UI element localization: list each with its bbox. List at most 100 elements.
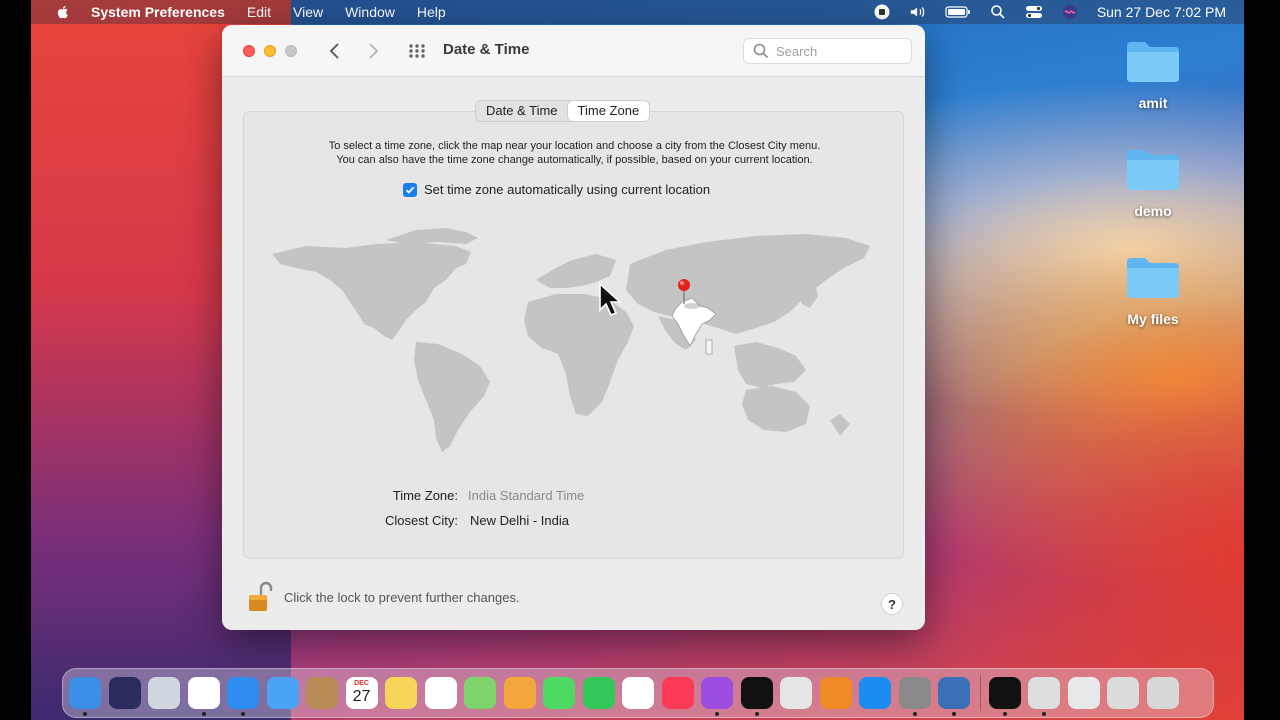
running-indicator: [952, 712, 956, 716]
auto-time-zone-row[interactable]: Set time zone automatically using curren…: [403, 182, 710, 197]
calendar-icon[interactable]: DEC 27: [345, 677, 378, 709]
migration-icon[interactable]: [938, 677, 970, 716]
back-arrow-icon[interactable]: [328, 42, 342, 60]
lock-text: Click the lock to prevent further change…: [284, 589, 520, 605]
minimize-button[interactable]: [264, 45, 276, 57]
menu-edit[interactable]: Edit: [247, 4, 271, 20]
help-button[interactable]: ?: [881, 593, 903, 615]
closest-city-value[interactable]: New Delhi - India: [470, 513, 569, 528]
app-store-icon[interactable]: [859, 677, 891, 709]
zoom-button[interactable]: [285, 45, 297, 57]
running-indicator: [754, 712, 759, 716]
printer-icon[interactable]: [1028, 677, 1060, 716]
podcasts-icon[interactable]: [701, 677, 733, 716]
search-icon: [753, 43, 769, 59]
menu-window[interactable]: Window: [345, 4, 395, 20]
desktop-folder-amit[interactable]: amit: [1108, 38, 1198, 111]
photos-icon[interactable]: [503, 677, 536, 709]
running-indicator: [715, 712, 719, 716]
menu-clock[interactable]: Sun 27 Dec 7:02 PM: [1097, 4, 1226, 20]
dock-apps-right: [988, 677, 1187, 716]
trash-icon[interactable]: [1146, 677, 1179, 709]
siri-icon[interactable]: [1061, 4, 1079, 20]
control-center-icon[interactable]: [1025, 4, 1043, 20]
system-preferences-icon[interactable]: [898, 677, 931, 716]
window-title: Date & Time: [443, 41, 530, 58]
menu-help[interactable]: Help: [417, 4, 446, 20]
menu-view[interactable]: View: [293, 4, 323, 20]
auto-time-zone-label: Set time zone automatically using curren…: [424, 182, 711, 197]
battery-icon[interactable]: [945, 4, 971, 20]
running-indicator: [912, 712, 917, 716]
running-indicator: [83, 712, 87, 716]
tab-date-time[interactable]: Date & Time: [476, 101, 568, 121]
search-input[interactable]: [776, 43, 896, 59]
closest-city-label: Closest City:: [385, 513, 458, 528]
tab-bar: Date & Time Time Zone: [475, 100, 651, 122]
running-indicator: [201, 712, 206, 716]
auto-time-zone-checkbox[interactable]: [403, 182, 417, 197]
instructions-line-2: You can also have the time zone change a…: [336, 154, 813, 166]
checkmark-icon: [405, 186, 415, 194]
mail-icon[interactable]: [266, 677, 299, 709]
facetime-icon[interactable]: [582, 677, 615, 709]
launchpad-icon[interactable]: [148, 677, 180, 709]
app-name-menu[interactable]: System Preferences: [91, 4, 225, 20]
dock: DEC 27: [62, 668, 1214, 718]
time-zone-label: Time Zone:: [392, 488, 458, 503]
desktop-folder-demo[interactable]: demo: [1108, 146, 1198, 219]
running-indicator: [241, 712, 245, 716]
music-icon[interactable]: [661, 677, 694, 709]
desktop-icon-label: amit: [1138, 95, 1168, 111]
lock-row[interactable]: Click the lock to prevent further change…: [248, 581, 520, 613]
siri-icon[interactable]: [108, 677, 141, 709]
preview-icon[interactable]: [1107, 677, 1139, 709]
screen-record-icon[interactable]: [873, 4, 891, 20]
date-time-window: Date & Time To select a time zone, click…: [222, 25, 925, 630]
books-icon[interactable]: [819, 677, 852, 709]
messages-icon[interactable]: [543, 677, 575, 709]
finder-icon[interactable]: [69, 677, 101, 716]
show-all-grid-icon[interactable]: [408, 43, 426, 59]
search-field[interactable]: [743, 38, 912, 64]
freeform-icon[interactable]: [622, 677, 654, 709]
instructions-line-1: To select a time zone, click the map nea…: [328, 140, 821, 152]
calendar-month: DEC: [354, 680, 369, 687]
world-map[interactable]: [266, 224, 886, 464]
safari-icon[interactable]: [227, 677, 259, 716]
mouse-cursor-icon: [599, 282, 623, 317]
lock-open-icon[interactable]: [248, 581, 274, 613]
chrome-icon[interactable]: [187, 677, 220, 716]
running-indicator: [1042, 712, 1046, 716]
folder-icon: [1127, 258, 1179, 298]
menu-bar: System Preferences Edit View Window Help: [31, 0, 1244, 24]
apple-icon[interactable]: [55, 4, 71, 20]
screenshot-icon[interactable]: [780, 677, 812, 709]
document-icon[interactable]: [1067, 677, 1100, 709]
closest-city-row: Closest City: New Delhi - India: [244, 513, 905, 531]
time-zone-panel: To select a time zone, click the map nea…: [243, 111, 904, 559]
calendar-day: 27: [352, 688, 371, 705]
volume-icon[interactable]: [909, 4, 927, 20]
close-button[interactable]: [243, 45, 255, 57]
maps-icon[interactable]: [464, 677, 496, 709]
time-zone-value: India Standard Time: [468, 488, 585, 503]
letterbox-left: [0, 0, 31, 720]
time-zone-row: Time Zone: India Standard Time: [244, 488, 905, 506]
folder-icon: [1127, 150, 1179, 190]
running-indicator: [1002, 712, 1007, 716]
dock-apps: DEC 27: [69, 677, 978, 716]
folder-icon: [1127, 42, 1179, 82]
letterbox-right: [1244, 0, 1280, 720]
contacts-icon[interactable]: [306, 677, 338, 709]
tv-icon[interactable]: [740, 677, 773, 716]
spotlight-icon[interactable]: [989, 4, 1007, 20]
notes-icon[interactable]: [385, 677, 417, 709]
desktop-icon-label: My files: [1127, 311, 1179, 327]
terminal-icon[interactable]: [988, 677, 1021, 716]
reminders-icon[interactable]: [424, 677, 457, 709]
desktop-folder-my-files[interactable]: My files: [1108, 254, 1198, 327]
forward-arrow-icon[interactable]: [366, 42, 380, 60]
tab-time-zone[interactable]: Time Zone: [567, 101, 650, 121]
instructions-text: To select a time zone, click the map nea…: [244, 139, 905, 167]
